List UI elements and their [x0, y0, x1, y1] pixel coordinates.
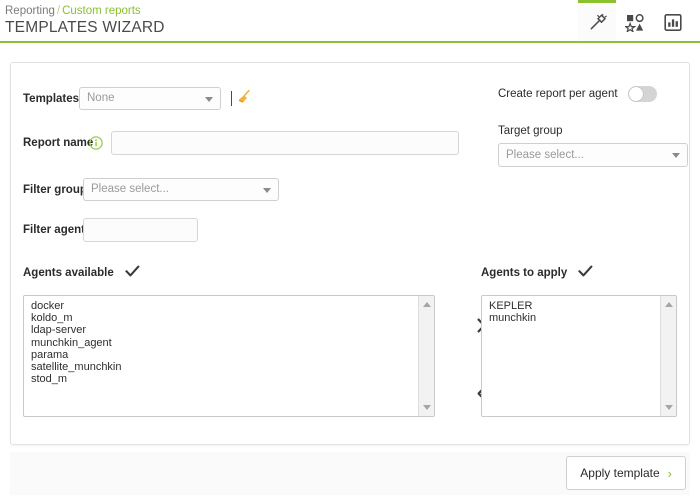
filter-agent-label: Filter agent: [23, 224, 85, 236]
templates-label: Templates: [23, 92, 80, 105]
list-item[interactable]: munchkin: [489, 312, 659, 324]
report-chart-icon-button[interactable]: [654, 0, 692, 41]
agents-to-apply-scrollbar[interactable]: [660, 296, 676, 416]
chevron-down-icon: [263, 187, 271, 193]
page-title: TEMPLATES WIZARD: [5, 19, 165, 36]
apply-template-label: Apply template: [580, 466, 660, 480]
target-group-label: Target group: [498, 125, 563, 137]
create-report-per-agent-toggle[interactable]: [627, 86, 657, 102]
report-chart-icon: [663, 13, 683, 32]
clear-templates-button[interactable]: [231, 89, 252, 109]
target-group-block: Target group Please select...: [498, 125, 688, 167]
breadcrumb-current[interactable]: Custom reports: [62, 5, 141, 17]
scroll-up-arrow-icon[interactable]: [664, 302, 673, 307]
info-circle-icon[interactable]: [89, 136, 103, 150]
filter-group-select-value: Please select...: [91, 183, 169, 195]
templates-wizard-panel: Templates None Report name Filter group …: [10, 62, 690, 445]
templates-row: Templates None: [23, 87, 252, 110]
target-group-select[interactable]: Please select...: [498, 143, 688, 167]
list-item[interactable]: koldo_m: [31, 312, 417, 324]
filter-agent-input[interactable]: [83, 218, 198, 242]
filter-group-select[interactable]: Please select...: [83, 178, 279, 201]
report-name-input[interactable]: [111, 131, 459, 155]
agents-to-apply-listbox[interactable]: KEPLER munchkin: [481, 295, 677, 417]
agents-available-items: docker koldo_m ldap-server munchkin_agen…: [24, 298, 417, 385]
apply-template-button[interactable]: Apply template ›: [566, 456, 686, 490]
create-report-per-agent-label: Create report per agent: [498, 88, 618, 100]
list-item[interactable]: KEPLER: [489, 300, 659, 312]
list-item[interactable]: docker: [31, 300, 417, 312]
agents-available-label: Agents available: [23, 267, 114, 279]
filter-group-label: Filter group: [23, 183, 87, 196]
magic-wand-icon: [588, 13, 607, 32]
scrollbar-thumb[interactable]: [663, 313, 674, 399]
templates-select[interactable]: None: [79, 87, 221, 110]
magic-wand-icon-button[interactable]: [578, 0, 616, 41]
scrollbar-thumb[interactable]: [421, 313, 432, 399]
filter-group-row: Filter group Please select...: [23, 178, 279, 201]
breadcrumb-root[interactable]: Reporting: [5, 5, 55, 17]
right-column: Create report per agent Target group Ple…: [481, 63, 691, 444]
shapes-icon: [625, 13, 645, 32]
filter-agent-row: Filter agent: [23, 218, 198, 242]
chevron-down-icon: [672, 153, 680, 158]
left-column: Templates None Report name Filter group …: [11, 63, 485, 444]
list-item[interactable]: satellite_munchkin: [31, 361, 417, 373]
header-icon-bar: [578, 0, 692, 41]
list-item[interactable]: parama: [31, 349, 417, 361]
chevron-right-icon: ›: [667, 465, 672, 481]
agents-available-listbox[interactable]: docker koldo_m ldap-server munchkin_agen…: [23, 295, 435, 417]
list-item[interactable]: stod_m: [31, 373, 417, 385]
toggle-knob: [628, 87, 643, 101]
check-icon[interactable]: [125, 265, 140, 281]
scroll-up-arrow-icon[interactable]: [422, 302, 431, 307]
agents-to-apply-header: Agents to apply: [481, 265, 593, 281]
chevron-down-icon: [205, 96, 213, 102]
page-header: Reporting / Custom reports TEMPLATES WIZAR…: [0, 0, 700, 43]
report-name-label: Report name: [23, 137, 94, 149]
templates-select-value: None: [87, 92, 115, 104]
check-icon[interactable]: [578, 265, 593, 281]
breadcrumb-separator: /: [56, 5, 61, 17]
list-item[interactable]: ldap-server: [31, 324, 417, 336]
agents-to-apply-label: Agents to apply: [481, 267, 568, 279]
panel-footer: Apply template ›: [10, 452, 690, 495]
report-name-row: Report name: [23, 131, 459, 155]
target-group-select-value: Please select...: [506, 149, 584, 161]
scroll-down-arrow-icon[interactable]: [664, 405, 673, 410]
text-cursor-bar: [231, 91, 232, 106]
agents-to-apply-items: KEPLER munchkin: [482, 298, 659, 324]
create-report-per-agent-row: Create report per agent: [498, 86, 657, 102]
list-item[interactable]: munchkin_agent: [31, 337, 417, 349]
scroll-down-arrow-icon[interactable]: [422, 405, 431, 410]
breadcrumb: Reporting / Custom reports: [5, 5, 141, 17]
shapes-icon-button[interactable]: [616, 0, 654, 41]
agents-available-scrollbar[interactable]: [418, 296, 434, 416]
broom-icon: [235, 89, 252, 109]
agents-available-header: Agents available: [23, 265, 140, 281]
